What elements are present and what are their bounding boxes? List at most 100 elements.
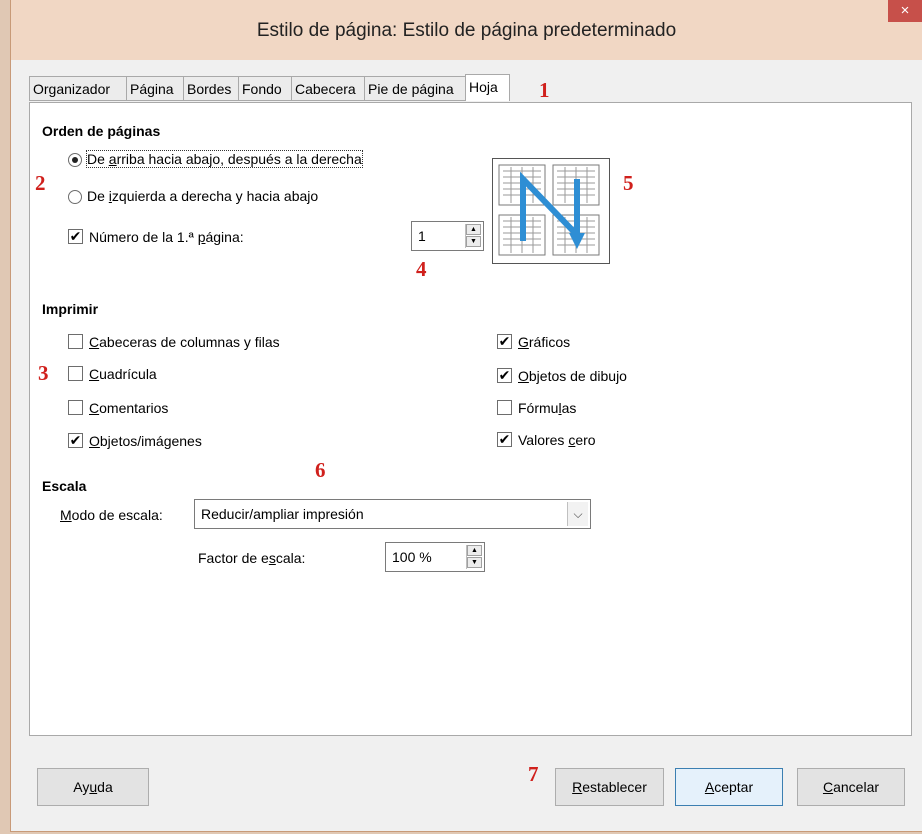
label-part: rriba hacia abajo, después a la derecha	[116, 151, 362, 167]
radio-top-to-bottom[interactable]	[68, 153, 82, 167]
accelerator-key: M	[60, 507, 72, 523]
label-part: Valores	[518, 432, 569, 448]
scale-mode-label: Modo de escala:	[60, 507, 163, 523]
dialog-title: Estilo de página: Estilo de página prede…	[256, 20, 677, 41]
spin-down-icon[interactable]: ▼	[467, 557, 482, 568]
label-part: cala:	[275, 550, 306, 566]
accelerator-key: O	[518, 368, 529, 384]
tab-bordes[interactable]: Bordes	[183, 76, 239, 101]
close-icon[interactable]: ×	[888, 0, 922, 22]
checkbox-formulas[interactable]	[497, 400, 512, 415]
accelerator-key: A	[704, 779, 715, 795]
page-order-preview-icon	[492, 158, 610, 264]
tab-pie-de-pagina[interactable]: Pie de página	[364, 76, 466, 101]
label-part: ceptar	[714, 779, 754, 795]
checkbox-charts-label[interactable]: Gráficos	[518, 334, 570, 350]
tab-fondo[interactable]: Fondo	[238, 76, 292, 101]
radio-left-to-right-label[interactable]: De izquierda a derecha y hacia abajo	[87, 188, 318, 204]
label-part: De	[87, 188, 109, 204]
annotation-marker-6: 6	[315, 458, 326, 482]
checkbox-headers-label[interactable]: Cabeceras de columnas y filas	[89, 334, 280, 350]
label-part: zquierda a derecha y hacia abajo	[111, 188, 319, 204]
page-order-preview-graphic	[498, 164, 600, 256]
checkbox-formulas-label[interactable]: Fórmulas	[518, 400, 576, 416]
sheet-tab-panel: Orden de páginas 2 De arriba hacia abajo…	[29, 102, 912, 736]
spin-up-icon[interactable]: ▲	[467, 545, 482, 556]
label-part: odo de escala:	[71, 507, 163, 523]
cancel-button[interactable]: Cancelar	[797, 768, 905, 806]
label-part: ágina:	[205, 229, 244, 245]
label-part: bjetos/imágenes	[99, 433, 202, 449]
page-order-heading: Orden de páginas	[42, 123, 161, 139]
accelerator-key: a	[108, 151, 117, 167]
accelerator-key: O	[89, 433, 100, 449]
page-style-dialog: Estilo de página: Estilo de página prede…	[10, 0, 922, 832]
label-part: ero	[575, 432, 596, 448]
label-part: ráficos	[528, 334, 571, 350]
label-part: abeceras de columnas y filas	[99, 334, 280, 350]
first-page-number-spinner[interactable]: 1 ▲ ▼	[411, 221, 484, 251]
accelerator-key: C	[89, 366, 100, 382]
scale-mode-value: Reducir/ampliar impresión	[201, 506, 364, 522]
ok-button[interactable]: Aceptar	[675, 768, 783, 806]
accelerator-key: s	[268, 550, 276, 566]
accelerator-key: C	[89, 334, 100, 350]
label-part: De	[87, 151, 109, 167]
print-heading: Imprimir	[42, 301, 99, 317]
checkbox-comments[interactable]	[68, 400, 83, 415]
annotation-marker-2: 2	[35, 171, 46, 195]
accelerator-key: R	[572, 779, 583, 795]
spin-down-icon[interactable]: ▼	[466, 236, 481, 247]
label-part: bjetos de dibujo	[528, 368, 627, 384]
annotation-marker-1: 1	[539, 78, 550, 102]
spin-up-icon[interactable]: ▲	[466, 224, 481, 235]
checkbox-grid[interactable]	[68, 366, 83, 381]
label-part: omentarios	[99, 400, 169, 416]
checkbox-headers[interactable]	[68, 334, 83, 349]
checkbox-charts[interactable]: ✔	[497, 334, 512, 349]
checkbox-objects[interactable]: ✔	[68, 433, 83, 448]
first-page-number-value[interactable]: 1	[418, 228, 426, 244]
label-part: establecer	[582, 779, 647, 795]
annotation-marker-4: 4	[416, 257, 427, 281]
annotation-marker-7: 7	[528, 762, 539, 786]
label-part: Fórmu	[518, 400, 559, 416]
annotation-marker-5: 5	[623, 171, 634, 195]
scale-factor-label: Factor de escala:	[198, 550, 305, 566]
title-bar: Estilo de página: Estilo de página prede…	[11, 0, 922, 60]
accelerator-key: G	[518, 334, 529, 350]
checkbox-grid-label[interactable]: Cuadrícula	[89, 366, 157, 382]
scale-factor-spinner[interactable]: 100 % ▲ ▼	[385, 542, 485, 572]
checkbox-objects-label[interactable]: Objetos/imágenes	[89, 433, 202, 449]
accelerator-key: C	[822, 779, 834, 795]
checkbox-first-page-number[interactable]: ✔	[68, 229, 83, 244]
scale-factor-value[interactable]: 100 %	[392, 549, 432, 565]
first-page-number-label[interactable]: Número de la 1.ª página:	[89, 229, 244, 245]
scale-heading: Escala	[42, 478, 87, 494]
reset-button[interactable]: Restablecer	[555, 768, 664, 806]
spinner-buttons: ▲ ▼	[466, 545, 482, 569]
checkbox-zero-values-label[interactable]: Valores cero	[518, 432, 596, 448]
radio-top-to-bottom-label[interactable]: De arriba hacia abajo, después a la dere…	[86, 150, 363, 168]
tab-pagina[interactable]: Página	[126, 76, 184, 101]
checkbox-comments-label[interactable]: Comentarios	[89, 400, 168, 416]
label-part: Número de la 1.ª	[89, 229, 198, 245]
checkbox-drawing-objects-label[interactable]: Objetos de dibujo	[518, 368, 627, 384]
radio-left-to-right[interactable]	[68, 190, 82, 204]
tab-organizador[interactable]: Organizador	[29, 76, 127, 101]
checkbox-drawing-objects[interactable]: ✔	[497, 368, 512, 383]
help-button[interactable]: Ayuda	[37, 768, 149, 806]
accelerator-key: C	[89, 400, 100, 416]
checkbox-zero-values[interactable]: ✔	[497, 432, 512, 447]
tab-hoja[interactable]: Hoja	[465, 74, 510, 101]
annotation-marker-3: 3	[38, 361, 49, 385]
label-part: da	[97, 779, 113, 795]
tab-cabecera[interactable]: Cabecera	[291, 76, 365, 101]
spinner-buttons: ▲ ▼	[465, 224, 481, 248]
scale-mode-dropdown[interactable]: Reducir/ampliar impresión ⌵	[194, 499, 591, 529]
chevron-down-icon[interactable]: ⌵	[567, 502, 588, 526]
label-part: Ay	[73, 779, 90, 795]
label-part: Factor de e	[198, 550, 269, 566]
accelerator-key: u	[89, 779, 98, 795]
label-part: uadrícula	[99, 366, 157, 382]
